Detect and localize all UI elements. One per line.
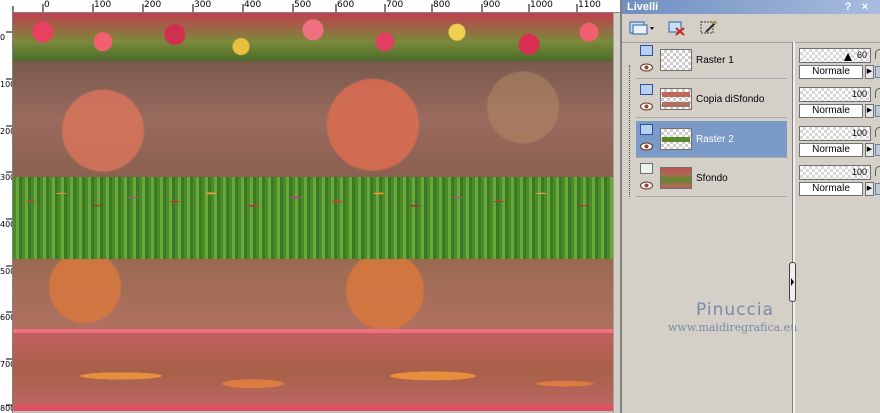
slider-thumb-icon[interactable] (844, 53, 852, 61)
tulips-top-band (13, 13, 613, 61)
raster-layer-icon (640, 124, 653, 135)
ruler-label: 200 (0, 127, 12, 136)
blurred-bottom-band (13, 333, 613, 411)
layer-properties-column: 60 Normale ▶ 100 Normale ▶ 100 Normale ▶ (796, 42, 880, 413)
opacity-value: 100 (851, 89, 867, 99)
visibility-eye-icon[interactable] (640, 181, 653, 190)
ruler-ticks (12, 4, 578, 12)
blend-dropdown-arrow-icon[interactable]: ▶ (865, 143, 874, 157)
palette-title: Livelli (627, 1, 659, 13)
blend-mode-select[interactable]: Normale (799, 65, 863, 79)
new-layer-icon (629, 21, 654, 35)
blend-mode-select[interactable]: Normale (799, 104, 863, 118)
blurred-middle-band (13, 61, 613, 177)
layer-properties-icon (700, 21, 717, 34)
layer-thumbnail (660, 49, 692, 71)
thumbnail-strip (662, 92, 690, 97)
layer-row-raster-2[interactable]: Raster 2 (636, 121, 787, 158)
list-splitter[interactable] (792, 42, 795, 413)
layer-name: Raster 2 (696, 134, 734, 145)
opacity-slider[interactable]: 60 (799, 48, 871, 63)
layer-props-raster-2: 100 Normale ▶ (799, 123, 880, 160)
ruler-ticks (6, 31, 12, 406)
link-icon[interactable] (875, 166, 880, 176)
ruler-label: 0 (0, 33, 6, 42)
close-icon[interactable]: × (860, 0, 870, 14)
layers-palette: Livelli ? × Raster 1 Copia diSfondo Rast… (620, 0, 880, 413)
ruler-label: 400 (0, 220, 12, 229)
layer-props-sfondo: 100 Normale ▶ (799, 162, 880, 199)
layer-row-sfondo[interactable]: Sfondo (636, 160, 787, 197)
visibility-eye-icon[interactable] (640, 102, 653, 111)
link-icon[interactable] (875, 127, 880, 137)
blend-dropdown-arrow-icon[interactable]: ▶ (865, 104, 874, 118)
delete-layer-icon (668, 21, 685, 36)
layer-thumbnail (660, 167, 692, 189)
ruler-label: 500 (0, 267, 12, 276)
layer-thumbnail (660, 88, 692, 110)
ruler-label: 800 (0, 404, 12, 413)
opacity-value: 100 (851, 167, 867, 177)
help-icon[interactable]: ? (843, 0, 853, 14)
palette-titlebar[interactable]: Livelli ? × (622, 0, 880, 14)
ruler-label: 600 (0, 313, 12, 322)
link-icon[interactable] (875, 49, 880, 59)
horizontal-ruler: 0 100 200 300 400 500 600 700 800 900 10… (0, 0, 620, 13)
layer-group-line (629, 65, 631, 197)
image-canvas[interactable] (13, 13, 613, 411)
background-layer-icon (640, 163, 653, 174)
new-layer-button[interactable] (628, 18, 656, 38)
opacity-value: 60 (856, 50, 867, 60)
layer-name: Copia diSfondo (696, 94, 765, 105)
delete-layer-button[interactable] (666, 18, 688, 38)
link-icon[interactable] (875, 88, 880, 98)
lock-transparency-button[interactable] (875, 105, 880, 117)
lock-transparency-button[interactable] (875, 144, 880, 156)
splitter-arrow-icon (791, 278, 794, 286)
opacity-value: 100 (851, 128, 867, 138)
blend-mode-select[interactable]: Normale (799, 182, 863, 196)
opacity-slider[interactable]: 100 (799, 87, 871, 102)
ruler-label: 300 (0, 173, 12, 182)
layer-list: Raster 1 Copia diSfondo Raster 2 Sfondo … (636, 42, 797, 413)
blurred-lower-band (13, 259, 613, 329)
canvas-vertical-scrollbar[interactable] (613, 13, 620, 413)
visibility-eye-icon[interactable] (640, 63, 653, 72)
lock-transparency-button[interactable] (875, 183, 880, 195)
palette-toolbar (622, 14, 880, 43)
thumbnail-strip (662, 137, 690, 142)
tulips-row-band (13, 177, 613, 259)
layer-thumbnail (660, 128, 692, 150)
raster-layer-icon (640, 84, 653, 95)
canvas-bottom-edge (13, 405, 613, 411)
opacity-slider[interactable]: 100 (799, 126, 871, 141)
ruler-label: 100 (0, 80, 12, 89)
layer-properties-button[interactable] (698, 18, 720, 38)
splitter-handle[interactable] (789, 262, 796, 302)
blend-dropdown-arrow-icon[interactable]: ▶ (865, 182, 874, 196)
lock-transparency-button[interactable] (875, 66, 880, 78)
vertical-ruler: 0 100 200 300 400 500 600 700 800 (0, 12, 13, 413)
layer-row-copia-disfondo[interactable]: Copia diSfondo (636, 81, 787, 118)
layer-row-raster-1[interactable]: Raster 1 (636, 42, 787, 79)
opacity-slider[interactable]: 100 (799, 165, 871, 180)
blend-dropdown-arrow-icon[interactable]: ▶ (865, 65, 874, 79)
image-canvas-area: 0 100 200 300 400 500 600 700 800 900 10… (0, 0, 620, 413)
ruler-label: 700 (0, 360, 12, 369)
blend-mode-select[interactable]: Normale (799, 143, 863, 157)
layer-props-copia-disfondo: 100 Normale ▶ (799, 84, 880, 121)
visibility-eye-icon[interactable] (640, 142, 653, 151)
raster-layer-icon (640, 45, 653, 56)
layer-props-raster-1: 60 Normale ▶ (799, 45, 880, 82)
thumbnail-strip (662, 102, 690, 107)
layer-name: Sfondo (696, 173, 728, 184)
watermark-title: Pinuccia (696, 300, 774, 320)
layer-name: Raster 1 (696, 55, 734, 66)
